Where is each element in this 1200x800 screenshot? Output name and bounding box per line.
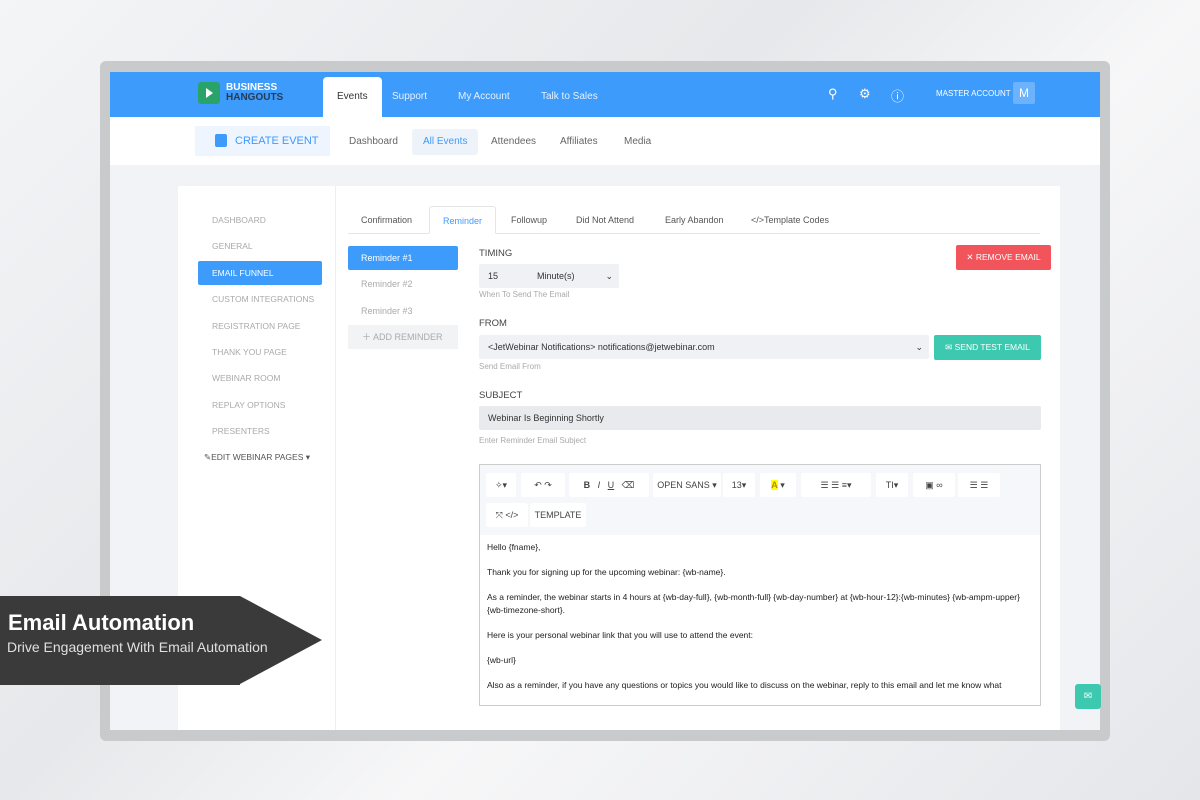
from-select[interactable]: <JetWebinar Notifications> notifications… bbox=[479, 335, 929, 359]
top-bar: BUSINESS HANGOUTS Events Support My Accou… bbox=[110, 72, 1100, 117]
tab-talk-to-sales[interactable]: Talk to Sales bbox=[527, 77, 612, 117]
text-height-icon[interactable]: TI▾ bbox=[876, 473, 908, 497]
chevron-down-icon: ⌄ bbox=[915, 342, 923, 352]
feature-banner: Email Automation Drive Engagement With E… bbox=[0, 596, 322, 685]
timing-select[interactable]: 15 Minute(s) ⌄ bbox=[479, 264, 619, 288]
bold-icon[interactable]: B bbox=[584, 480, 591, 490]
help-icon[interactable]: ⓘ bbox=[891, 86, 904, 105]
font-size-select[interactable]: 13▾ bbox=[723, 473, 755, 497]
reminder-1[interactable]: Reminder #1 bbox=[348, 246, 458, 270]
view-group: ⤧ </> bbox=[486, 503, 528, 527]
timing-hint: When To Send The Email bbox=[479, 290, 570, 299]
calendar-plus-icon bbox=[215, 134, 227, 147]
send-test-email-button[interactable]: ✉ SEND TEST EMAIL bbox=[934, 335, 1041, 360]
sidebar-item-registration-page[interactable]: REGISTRATION PAGE bbox=[198, 314, 322, 338]
template-button[interactable]: TEMPLATE bbox=[530, 503, 586, 527]
ordered-list-icon[interactable]: ☰ bbox=[831, 480, 839, 490]
account-label[interactable]: MASTER ACCOUNT bbox=[936, 89, 1011, 98]
format-group: B I U ⌫ bbox=[569, 473, 649, 497]
from-hint: Send Email From bbox=[479, 362, 541, 371]
email-tabs: Confirmation Reminder Followup Did Not A… bbox=[348, 206, 1040, 234]
message-fab-button[interactable]: ✉ bbox=[1075, 684, 1101, 709]
code-view-icon[interactable]: </> bbox=[505, 510, 518, 520]
avatar[interactable]: M bbox=[1013, 82, 1035, 104]
reminder-3[interactable]: Reminder #3 bbox=[348, 299, 458, 323]
list-group: ☰ ☰ bbox=[958, 473, 1000, 497]
eraser-icon[interactable]: ⌫ bbox=[622, 480, 635, 490]
italic-icon[interactable]: I bbox=[598, 480, 601, 490]
create-event-button[interactable]: CREATE EVENT bbox=[195, 126, 330, 156]
bullet-list-icon[interactable]: ☰ bbox=[821, 480, 829, 490]
sidebar-item-dashboard[interactable]: DASHBOARD bbox=[198, 208, 322, 232]
banner-title: Email Automation bbox=[8, 610, 195, 635]
subnav-media[interactable]: Media bbox=[613, 129, 662, 155]
undo-icon[interactable]: ↶ bbox=[534, 480, 542, 490]
sub-nav: CREATE EVENT Dashboard All Events Attend… bbox=[110, 117, 1100, 165]
tab-my-account[interactable]: My Account bbox=[444, 77, 524, 117]
subject-input[interactable]: Webinar Is Beginning Shortly bbox=[479, 406, 1041, 430]
image-icon[interactable]: ▣ bbox=[925, 480, 934, 490]
tab-confirmation[interactable]: Confirmation bbox=[348, 206, 425, 234]
plus-icon: ＋ bbox=[362, 332, 374, 342]
close-icon: ✕ bbox=[966, 252, 976, 262]
link-icon[interactable]: ∞ bbox=[936, 480, 942, 490]
fullscreen-icon[interactable]: ⤧ bbox=[496, 510, 503, 520]
logo[interactable]: BUSINESS HANGOUTS bbox=[198, 82, 283, 104]
editor-toolbar: ✧▾ ↶ ↷ B I U ⌫ OPEN SANS ▾ 13▾ A ▾ ☰ ☰ ≡… bbox=[480, 465, 1040, 535]
envelope-icon: ✉ bbox=[1083, 691, 1093, 702]
tab-did-not-attend[interactable]: Did Not Attend bbox=[563, 206, 647, 234]
sidebar-item-thank-you-page[interactable]: THANK YOU PAGE bbox=[198, 340, 322, 364]
timing-label: TIMING bbox=[479, 248, 513, 259]
tab-template-codes[interactable]: </>Template Codes bbox=[738, 206, 842, 234]
tab-followup[interactable]: Followup bbox=[498, 206, 560, 234]
list-align-group: ☰ ☰ ≡▾ bbox=[801, 473, 871, 497]
underline-icon[interactable]: U bbox=[608, 480, 615, 490]
reminder-2[interactable]: Reminder #2 bbox=[348, 272, 458, 296]
subnav-attendees[interactable]: Attendees bbox=[480, 129, 547, 155]
envelope-icon: ✉ bbox=[945, 342, 955, 352]
add-reminder-button[interactable]: ＋ ADD REMINDER bbox=[348, 325, 458, 349]
tab-early-abandon[interactable]: Early Abandon bbox=[652, 206, 737, 234]
font-family-select[interactable]: OPEN SANS ▾ bbox=[653, 473, 721, 497]
sidebar-item-custom-integrations[interactable]: CUSTOM INTEGRATIONS bbox=[198, 287, 322, 311]
logo-icon bbox=[198, 82, 220, 104]
chevron-down-icon: ⌄ bbox=[605, 271, 613, 281]
sidebar-item-general[interactable]: GENERAL bbox=[198, 234, 322, 258]
tab-events[interactable]: Events bbox=[323, 77, 382, 117]
sidebar-item-replay-options[interactable]: REPLAY OPTIONS bbox=[198, 393, 322, 417]
subnav-dashboard[interactable]: Dashboard bbox=[338, 129, 409, 155]
remove-email-button[interactable]: ✕ REMOVE EMAIL bbox=[956, 245, 1051, 270]
sidebar-item-webinar-room[interactable]: WEBINAR ROOM bbox=[198, 366, 322, 390]
highlight-color-icon[interactable]: A ▾ bbox=[760, 473, 796, 497]
subject-label: SUBJECT bbox=[479, 390, 523, 401]
sidebar-item-email-funnel[interactable]: EMAIL FUNNEL bbox=[198, 261, 322, 285]
subnav-all-events[interactable]: All Events bbox=[412, 129, 479, 155]
tab-support[interactable]: Support bbox=[378, 77, 441, 117]
sidebar-item-edit-webinar-pages[interactable]: ✎EDIT WEBINAR PAGES ▾ bbox=[198, 445, 322, 469]
redo-icon[interactable]: ↷ bbox=[544, 480, 552, 490]
sidebar-item-presenters[interactable]: PRESENTERS bbox=[198, 419, 322, 443]
subject-hint: Enter Reminder Email Subject bbox=[479, 436, 587, 445]
align-icon[interactable]: ≡▾ bbox=[842, 480, 852, 490]
gear-icon[interactable]: ⚙ bbox=[859, 86, 871, 102]
tab-reminder[interactable]: Reminder bbox=[429, 206, 497, 234]
from-label: FROM bbox=[479, 318, 507, 329]
list-icon[interactable]: ☰ bbox=[970, 480, 978, 490]
email-editor: ✧▾ ↶ ↷ B I U ⌫ OPEN SANS ▾ 13▾ A ▾ ☰ ☰ ≡… bbox=[479, 464, 1041, 706]
insert-group: ▣ ∞ bbox=[913, 473, 955, 497]
banner-subtitle: Drive Engagement With Email Automation bbox=[7, 639, 268, 655]
list-icon[interactable]: ☰ bbox=[980, 480, 988, 490]
magic-wand-icon[interactable]: ✧▾ bbox=[486, 473, 516, 497]
editor-body[interactable]: Hello {fname}, Thank you for signing up … bbox=[480, 535, 1040, 710]
search-icon[interactable]: ⚲ bbox=[828, 86, 838, 102]
subnav-affiliates[interactable]: Affiliates bbox=[549, 129, 609, 155]
undo-redo-group: ↶ ↷ bbox=[521, 473, 565, 497]
